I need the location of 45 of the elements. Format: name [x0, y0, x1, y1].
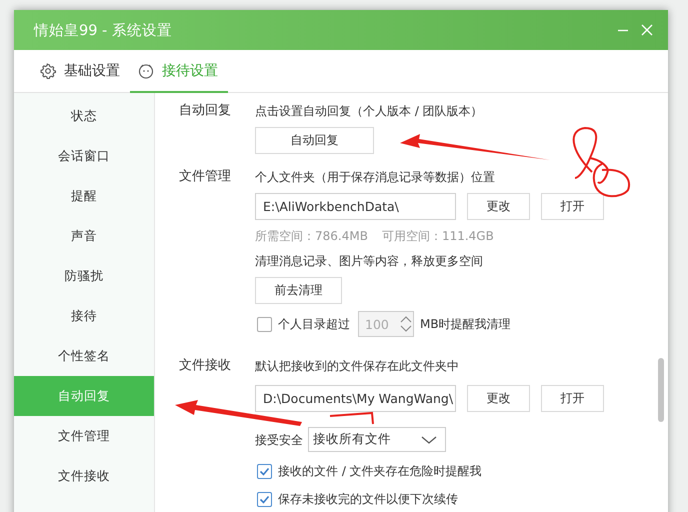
section-label: 自动回复	[179, 102, 232, 120]
settings-tab[interactable]: 基础设置	[32, 50, 130, 93]
sidebar-item[interactable]: 状态	[14, 96, 154, 136]
folder-path-field[interactable]: E:\AliWorkbenchData\	[255, 193, 456, 220]
checkbox-label: 个人目录超过	[278, 316, 350, 333]
checkbox-label: 接收的文件 / 文件夹存在危险时提醒我	[278, 463, 482, 480]
checkbox[interactable]	[257, 464, 272, 478]
checkbox[interactable]	[257, 492, 272, 506]
folder-button[interactable]: 打开	[541, 385, 604, 412]
section-label: 文件管理	[179, 168, 232, 186]
folder-button[interactable]: 更改	[467, 385, 530, 412]
caret-icon	[421, 434, 437, 444]
scribble-drawing	[572, 127, 630, 198]
description-text: 点击设置自动回复（个人版本 / 团队版本）	[255, 103, 483, 120]
unit-text: MB时提醒我清理	[420, 316, 511, 333]
select-label: 接受安全	[255, 432, 303, 448]
sidebar-item[interactable]: 接待	[14, 296, 154, 336]
description-text: 个人文件夹（用于保存消息记录等数据）位置	[255, 169, 495, 186]
space-info-text: 可用空间：111.4GB	[382, 228, 494, 245]
window-title: 情始皇99 - 系统设置	[34, 22, 173, 40]
security-dropdown[interactable]: 接收所有文件	[308, 427, 446, 452]
sidebar-item[interactable]: 文件管理	[14, 416, 154, 456]
sidebar-item[interactable]: 会话窗口	[14, 136, 154, 176]
sidebar-item[interactable]: 防骚扰	[14, 256, 154, 296]
section-label: 文件接收	[179, 357, 232, 375]
sidebar-item[interactable]: 文件接收	[14, 456, 154, 496]
close-icon	[641, 24, 653, 36]
folder-path-field[interactable]: D:\Documents\My WangWang\	[255, 385, 456, 412]
sidebar-item[interactable]: 提醒	[14, 176, 154, 216]
sidebar-item[interactable]: 声音	[14, 216, 154, 256]
space-info-text: 所需空间：786.4MB	[255, 228, 368, 245]
settings-icon	[40, 62, 56, 78]
action-button[interactable]: 前去清理	[255, 277, 342, 304]
action-button[interactable]: 自动回复	[255, 127, 374, 154]
folder-button[interactable]: 更改	[467, 193, 530, 220]
checkbox[interactable]	[257, 316, 272, 332]
smiley-icon	[138, 62, 154, 78]
scrollbar-thumb[interactable]	[658, 358, 664, 422]
description-text: 清理消息记录、图片等内容，释放更多空间	[255, 253, 483, 270]
folder-button[interactable]: 打开	[541, 193, 604, 220]
annotation-line	[330, 412, 374, 424]
checkbox-label: 保存未接收完的文件以便下次续传	[278, 491, 458, 508]
description-text: 默认把接收到的文件保存在此文件夹中	[255, 358, 459, 375]
sidebar-item[interactable]: 个性签名	[14, 336, 154, 376]
stepper-icon	[399, 315, 413, 333]
